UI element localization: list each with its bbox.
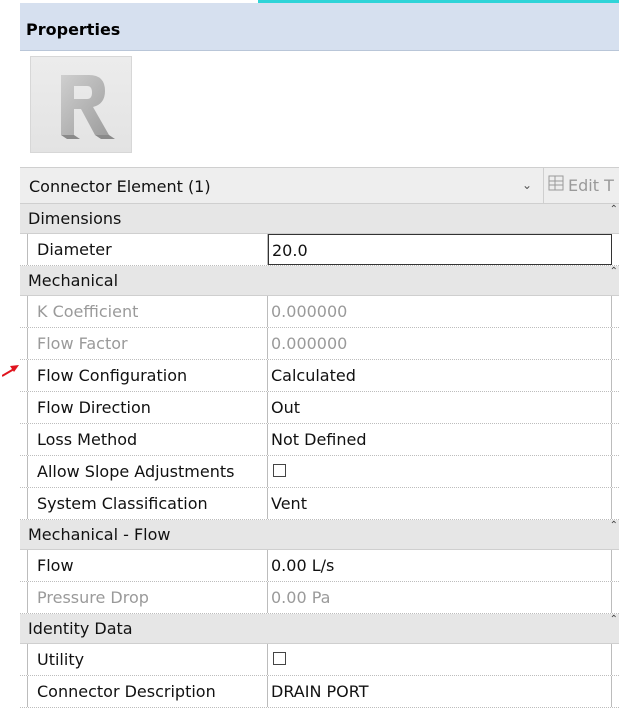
type-selector-label: Connector Element (1) <box>29 177 211 196</box>
diameter-input[interactable]: 20.0 <box>268 234 612 265</box>
property-row-connector-description: Connector Description DRAIN PORT <box>20 676 619 708</box>
property-row-system-classification: System Classification Vent <box>20 488 619 520</box>
property-row-flow: Flow 0.00 L/s <box>20 550 619 582</box>
property-name: System Classification <box>27 488 268 519</box>
property-name: Flow <box>27 550 268 581</box>
group-title: Dimensions <box>28 209 122 228</box>
group-mechanical[interactable]: Mechanical ⌃ <box>20 266 619 296</box>
loss-method-select[interactable]: Not Defined <box>268 424 612 455</box>
property-name: Flow Direction <box>27 392 268 423</box>
connector-description-input[interactable]: DRAIN PORT <box>268 676 612 707</box>
property-name: Flow Configuration <box>27 360 268 391</box>
chevron-down-icon[interactable]: ⌄ <box>522 178 532 192</box>
property-row-flow-configuration: Flow Configuration Calculated <box>20 360 619 392</box>
type-selector-dropdown[interactable]: Connector Element (1) ⌄ <box>20 168 544 203</box>
group-mechanical-flow[interactable]: Mechanical - Flow ⌃ <box>20 520 619 550</box>
property-name: Loss Method <box>27 424 268 455</box>
property-name: Diameter <box>27 234 268 265</box>
property-row-flow-factor: Flow Factor 0.000000 <box>20 328 619 360</box>
collapse-icon[interactable]: ⌃ <box>610 204 618 215</box>
system-classification-select[interactable]: Vent <box>268 488 612 519</box>
collapse-icon[interactable]: ⌃ <box>610 614 618 625</box>
property-name: Allow Slope Adjustments <box>27 456 268 487</box>
panel-title: Properties <box>26 20 121 39</box>
property-value: 0.000000 <box>268 328 612 359</box>
properties-grid: Dimensions ⌃ Diameter 20.0 Mechanical ⌃ … <box>20 204 619 708</box>
properties-palette: Properties Connector Element (1) ⌄ Edit … <box>20 3 619 712</box>
group-title: Identity Data <box>28 619 133 638</box>
property-name: Pressure Drop <box>27 582 268 613</box>
property-row-flow-direction: Flow Direction Out <box>20 392 619 424</box>
flow-direction-select[interactable]: Out <box>268 392 612 423</box>
flow-input[interactable]: 0.00 L/s <box>268 550 612 581</box>
property-row-utility: Utility <box>20 644 619 676</box>
property-name: Utility <box>27 644 268 675</box>
utility-checkbox[interactable] <box>273 652 286 665</box>
property-row-allow-slope-adjustments: Allow Slope Adjustments <box>20 456 619 488</box>
property-value-cell <box>268 456 612 487</box>
group-title: Mechanical <box>28 271 119 290</box>
group-title: Mechanical - Flow <box>28 525 171 544</box>
property-row-diameter: Diameter 20.0 <box>20 234 619 266</box>
type-selector-row: Connector Element (1) ⌄ Edit T <box>20 167 619 204</box>
property-value: 0.000000 <box>268 296 612 327</box>
properties-title-bar[interactable]: Properties <box>20 3 619 51</box>
group-dimensions[interactable]: Dimensions ⌃ <box>20 204 619 234</box>
property-row-k-coefficient: K Coefficient 0.000000 <box>20 296 619 328</box>
property-row-loss-method: Loss Method Not Defined <box>20 424 619 456</box>
property-name: Connector Description <box>27 676 268 707</box>
property-name: K Coefficient <box>27 296 268 327</box>
property-value: 0.00 Pa <box>268 582 612 613</box>
group-identity-data[interactable]: Identity Data ⌃ <box>20 614 619 644</box>
property-name: Flow Factor <box>27 328 268 359</box>
type-preview-image <box>30 56 132 153</box>
collapse-icon[interactable]: ⌃ <box>610 266 618 277</box>
edit-type-icon <box>548 175 564 191</box>
property-row-pressure-drop: Pressure Drop 0.00 Pa <box>20 582 619 614</box>
allow-slope-adjustments-checkbox[interactable] <box>273 464 286 477</box>
property-value-cell <box>268 644 612 675</box>
edit-type-label: Edit T <box>568 176 614 195</box>
collapse-icon[interactable]: ⌃ <box>610 520 618 531</box>
flow-configuration-select[interactable]: Calculated <box>268 360 612 391</box>
edit-type-button[interactable]: Edit T <box>548 168 619 203</box>
revit-family-icon <box>61 75 115 139</box>
annotation-arrow-icon <box>2 365 19 377</box>
